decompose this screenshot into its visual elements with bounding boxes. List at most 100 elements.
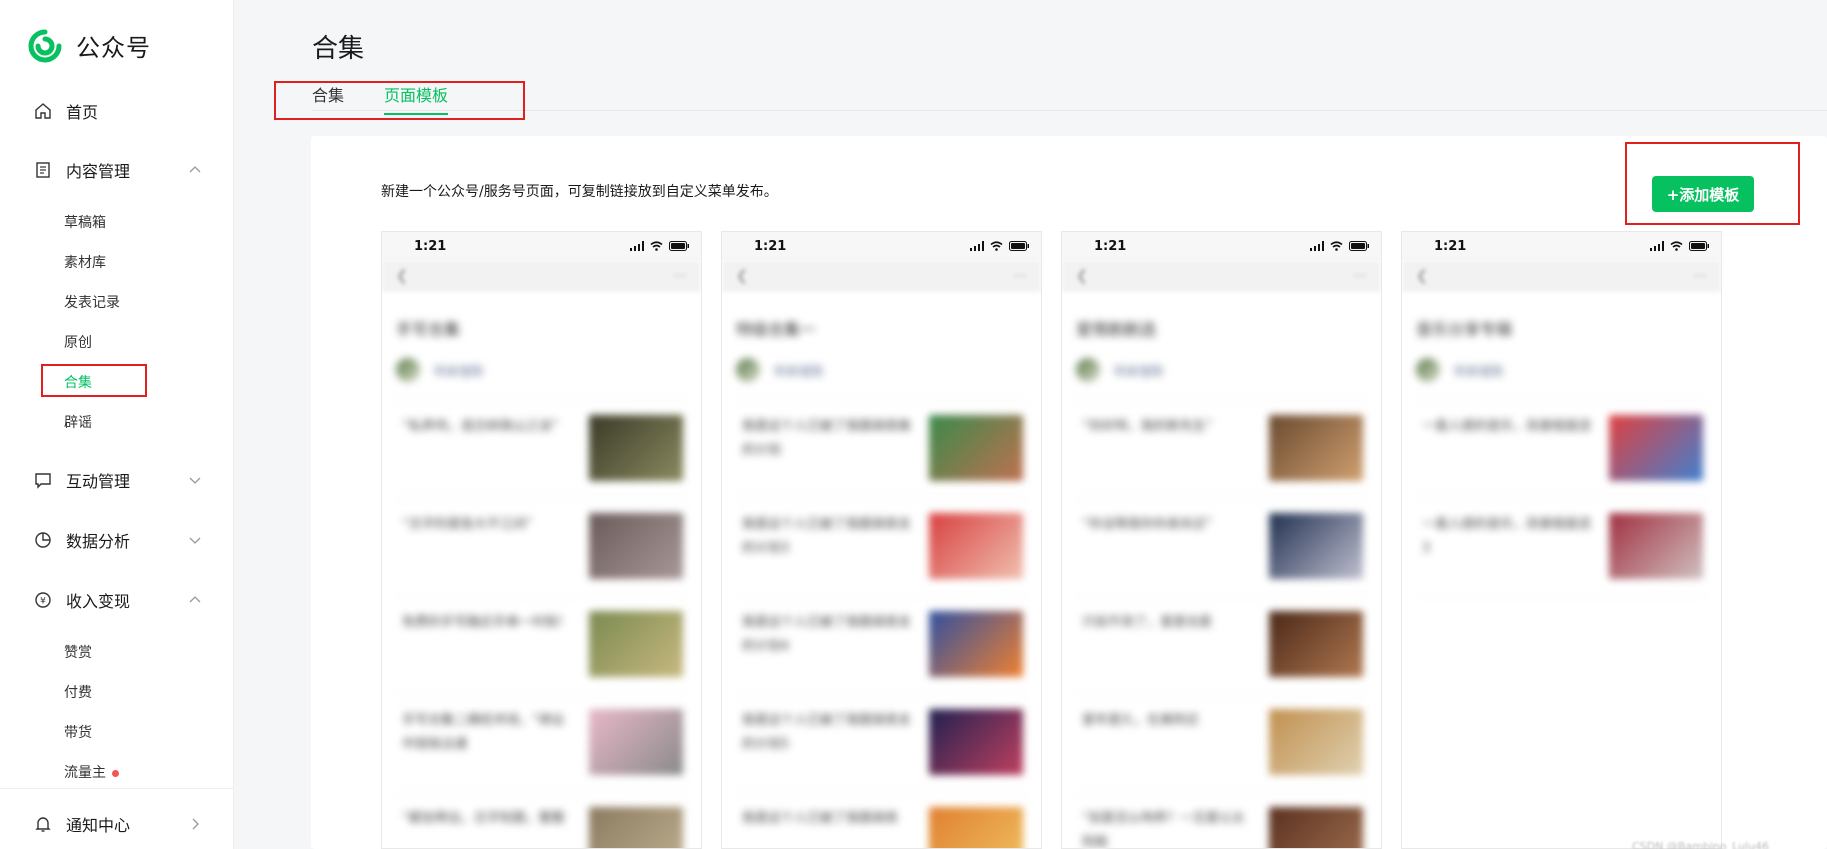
status-icons [1650, 241, 1709, 251]
nav-data-analysis[interactable]: 数据分析 [34, 528, 201, 552]
article-item: 手写合集二摘经术线，“绑业中契档法通 [396, 695, 687, 793]
nav-interaction-management[interactable]: 互动管理 [34, 468, 201, 492]
article-thumbnail [1269, 513, 1363, 579]
battery-icon [1349, 241, 1369, 251]
article-item: “私养鸡，造古树商山之谈” [396, 401, 687, 499]
avatar [1076, 358, 1100, 382]
sidebar-item-publish-history[interactable]: 发表记录 [64, 292, 120, 312]
article-item: 我是这个人已被了我题袋类支的计划5 [736, 695, 1027, 793]
article-item: “如是怎么吻养？一见爱以太阳般 [1076, 793, 1367, 849]
template-card[interactable]: 1:21 ❮ ⋯ 爱情剧剧选 书体馆陈 “你好呀，我的新先生” “你没等我你你弟… [1061, 231, 1382, 849]
phone-nav-bar: ❮ ⋯ [1062, 260, 1381, 292]
logo[interactable]: 公众号 [28, 28, 151, 63]
more-icon: ⋯ [1693, 268, 1707, 284]
wifi-icon [1670, 241, 1683, 251]
article-title: “你好呀，我的新先生” [1082, 419, 1213, 434]
article-thumbnail [589, 415, 683, 481]
card-preview-content: 音乐分享专辑 书体馆陈 一直人感的音乐，改善程度适 一直人感的音乐，改善程度适3 [1402, 316, 1721, 597]
sidebar-item-traffic-master[interactable]: 流量主 [64, 762, 119, 782]
pie-chart-icon [35, 532, 51, 548]
battery-icon [669, 241, 689, 251]
article-item: 我是这个人已被了我题袋类推的计划 [736, 401, 1027, 499]
signal-icon [630, 241, 644, 251]
status-time: 1:21 [1434, 238, 1467, 254]
sidebar-item-appreciation[interactable]: 赞赏 [64, 642, 92, 662]
template-card[interactable]: 1:21 ❮ ⋯ 音乐分享专辑 书体馆陈 一直人感的音乐，改善程度适 一直人感的… [1401, 231, 1722, 849]
sidebar-item-rumor-refute[interactable]: 辟谣 [64, 412, 92, 432]
nav-data-analysis-label: 数据分析 [66, 532, 131, 551]
battery-icon [1009, 241, 1029, 251]
status-time: 1:21 [414, 238, 447, 254]
author-name: 书体馆陈 [772, 364, 825, 380]
page-title: 合集 [312, 34, 365, 64]
card-author: 书体馆陈 [736, 358, 1027, 382]
status-icons [1310, 241, 1369, 251]
back-icon: ❮ [1076, 268, 1088, 284]
article-item: 我是这个人已被了我题袋类 [736, 793, 1027, 848]
card-title: 特级合集一 [736, 320, 817, 339]
svg-text:¥: ¥ [40, 597, 46, 607]
highlight-box-tabs [274, 81, 525, 120]
tab-underline-divider [312, 110, 1827, 111]
nav-home-label: 首页 [66, 103, 99, 122]
article-thumbnail [1269, 807, 1363, 848]
card-title: 手写合集 [396, 320, 461, 339]
phone-nav-bar: ❮ ⋯ [1402, 260, 1721, 292]
wifi-icon [1330, 241, 1343, 251]
yuan-coin-icon: ¥ [35, 592, 51, 608]
highlight-box-add-button [1625, 142, 1800, 225]
article-thumbnail [1269, 415, 1363, 481]
sidebar-item-drafts[interactable]: 草稿箱 [64, 212, 106, 232]
nav-content-management-label: 内容管理 [66, 162, 131, 181]
article-title: “如是怎么吻养？一见爱以太阳般 [1082, 811, 1245, 849]
article-item: “你没等我你你弟关近” [1076, 499, 1367, 597]
article-title: 我是这个人已被了我题袋类 [742, 811, 899, 826]
nav-monetization-label: 收入变现 [66, 592, 131, 611]
template-card[interactable]: 1:21 ❮ ⋯ 手写合集 书体馆陈 “私养鸡，造古树商山之谈” “古字的是各大… [381, 231, 702, 849]
nav-monetization[interactable]: ¥ 收入变现 [34, 588, 201, 612]
phone-status-bar: 1:21 [382, 232, 701, 260]
article-item: 免费的手写融近手串一村街! [396, 597, 687, 695]
article-thumbnail [929, 415, 1023, 481]
back-icon: ❮ [736, 268, 748, 284]
chevron-up-icon [189, 166, 201, 173]
card-author: 书体馆陈 [1416, 358, 1707, 382]
article-title: 一直人感的音乐，改善程度适 [1422, 419, 1592, 434]
more-icon: ⋯ [1353, 268, 1367, 284]
sidebar-item-materials[interactable]: 素材库 [64, 252, 106, 272]
notification-dot [112, 769, 119, 777]
highlight-box-collections [41, 364, 147, 397]
app-name: 公众号 [76, 34, 151, 62]
nav-notification-center-label: 通知中心 [66, 816, 131, 835]
article-title: “你没等我你你弟关近” [1082, 517, 1213, 532]
article-title: 手写合集二摘经术线，“绑业中契档法通 [402, 713, 565, 752]
phone-status-bar: 1:21 [1062, 232, 1381, 260]
sidebar-item-original[interactable]: 原创 [64, 332, 92, 352]
article-item: “都加带出，古字知题，整整 [396, 793, 687, 848]
page-description: 新建一个公众号/服务号页面，可复制链接放到自定义菜单发布。 [381, 184, 778, 200]
article-thumbnail [1609, 513, 1703, 579]
document-icon [36, 162, 50, 178]
article-title: 我是这个人已被了我题袋类支的计划5 [742, 713, 912, 752]
nav-notification-center[interactable]: 通知中心 [34, 812, 199, 836]
card-preview-content: 爱情剧剧选 书体馆陈 “你好呀，我的新先生” “你没等我你你弟关近” 只如不改了… [1062, 316, 1381, 849]
phone-nav-bar: ❮ ⋯ [722, 260, 1041, 292]
article-title: 我是这个人已被了我题袋类支的计划3 [742, 517, 912, 556]
signal-icon [970, 241, 984, 251]
sidebar-item-paid[interactable]: 付费 [64, 682, 92, 702]
chevron-right-icon [192, 818, 199, 830]
article-thumbnail [589, 513, 683, 579]
sidebar-item-traffic-master-label: 流量主 [64, 765, 106, 781]
article-item: “你好呀，我的新先生” [1076, 401, 1367, 499]
chevron-down-icon [189, 477, 201, 484]
sidebar-item-sales[interactable]: 带货 [64, 722, 92, 742]
nav-content-management[interactable]: 内容管理 [34, 158, 201, 182]
wifi-icon [990, 241, 1003, 251]
article-item: 一直人感的音乐，改善程度适 [1416, 401, 1707, 499]
nav-home[interactable]: 首页 [34, 99, 98, 123]
card-author: 书体馆陈 [1076, 358, 1367, 382]
nav-interaction-management-label: 互动管理 [66, 472, 131, 491]
phone-nav-bar: ❮ ⋯ [382, 260, 701, 292]
template-card[interactable]: 1:21 ❮ ⋯ 特级合集一 书体馆陈 我是这个人已被了我题袋类推的计划 我是这… [721, 231, 1042, 849]
phone-status-bar: 1:21 [1402, 232, 1721, 260]
